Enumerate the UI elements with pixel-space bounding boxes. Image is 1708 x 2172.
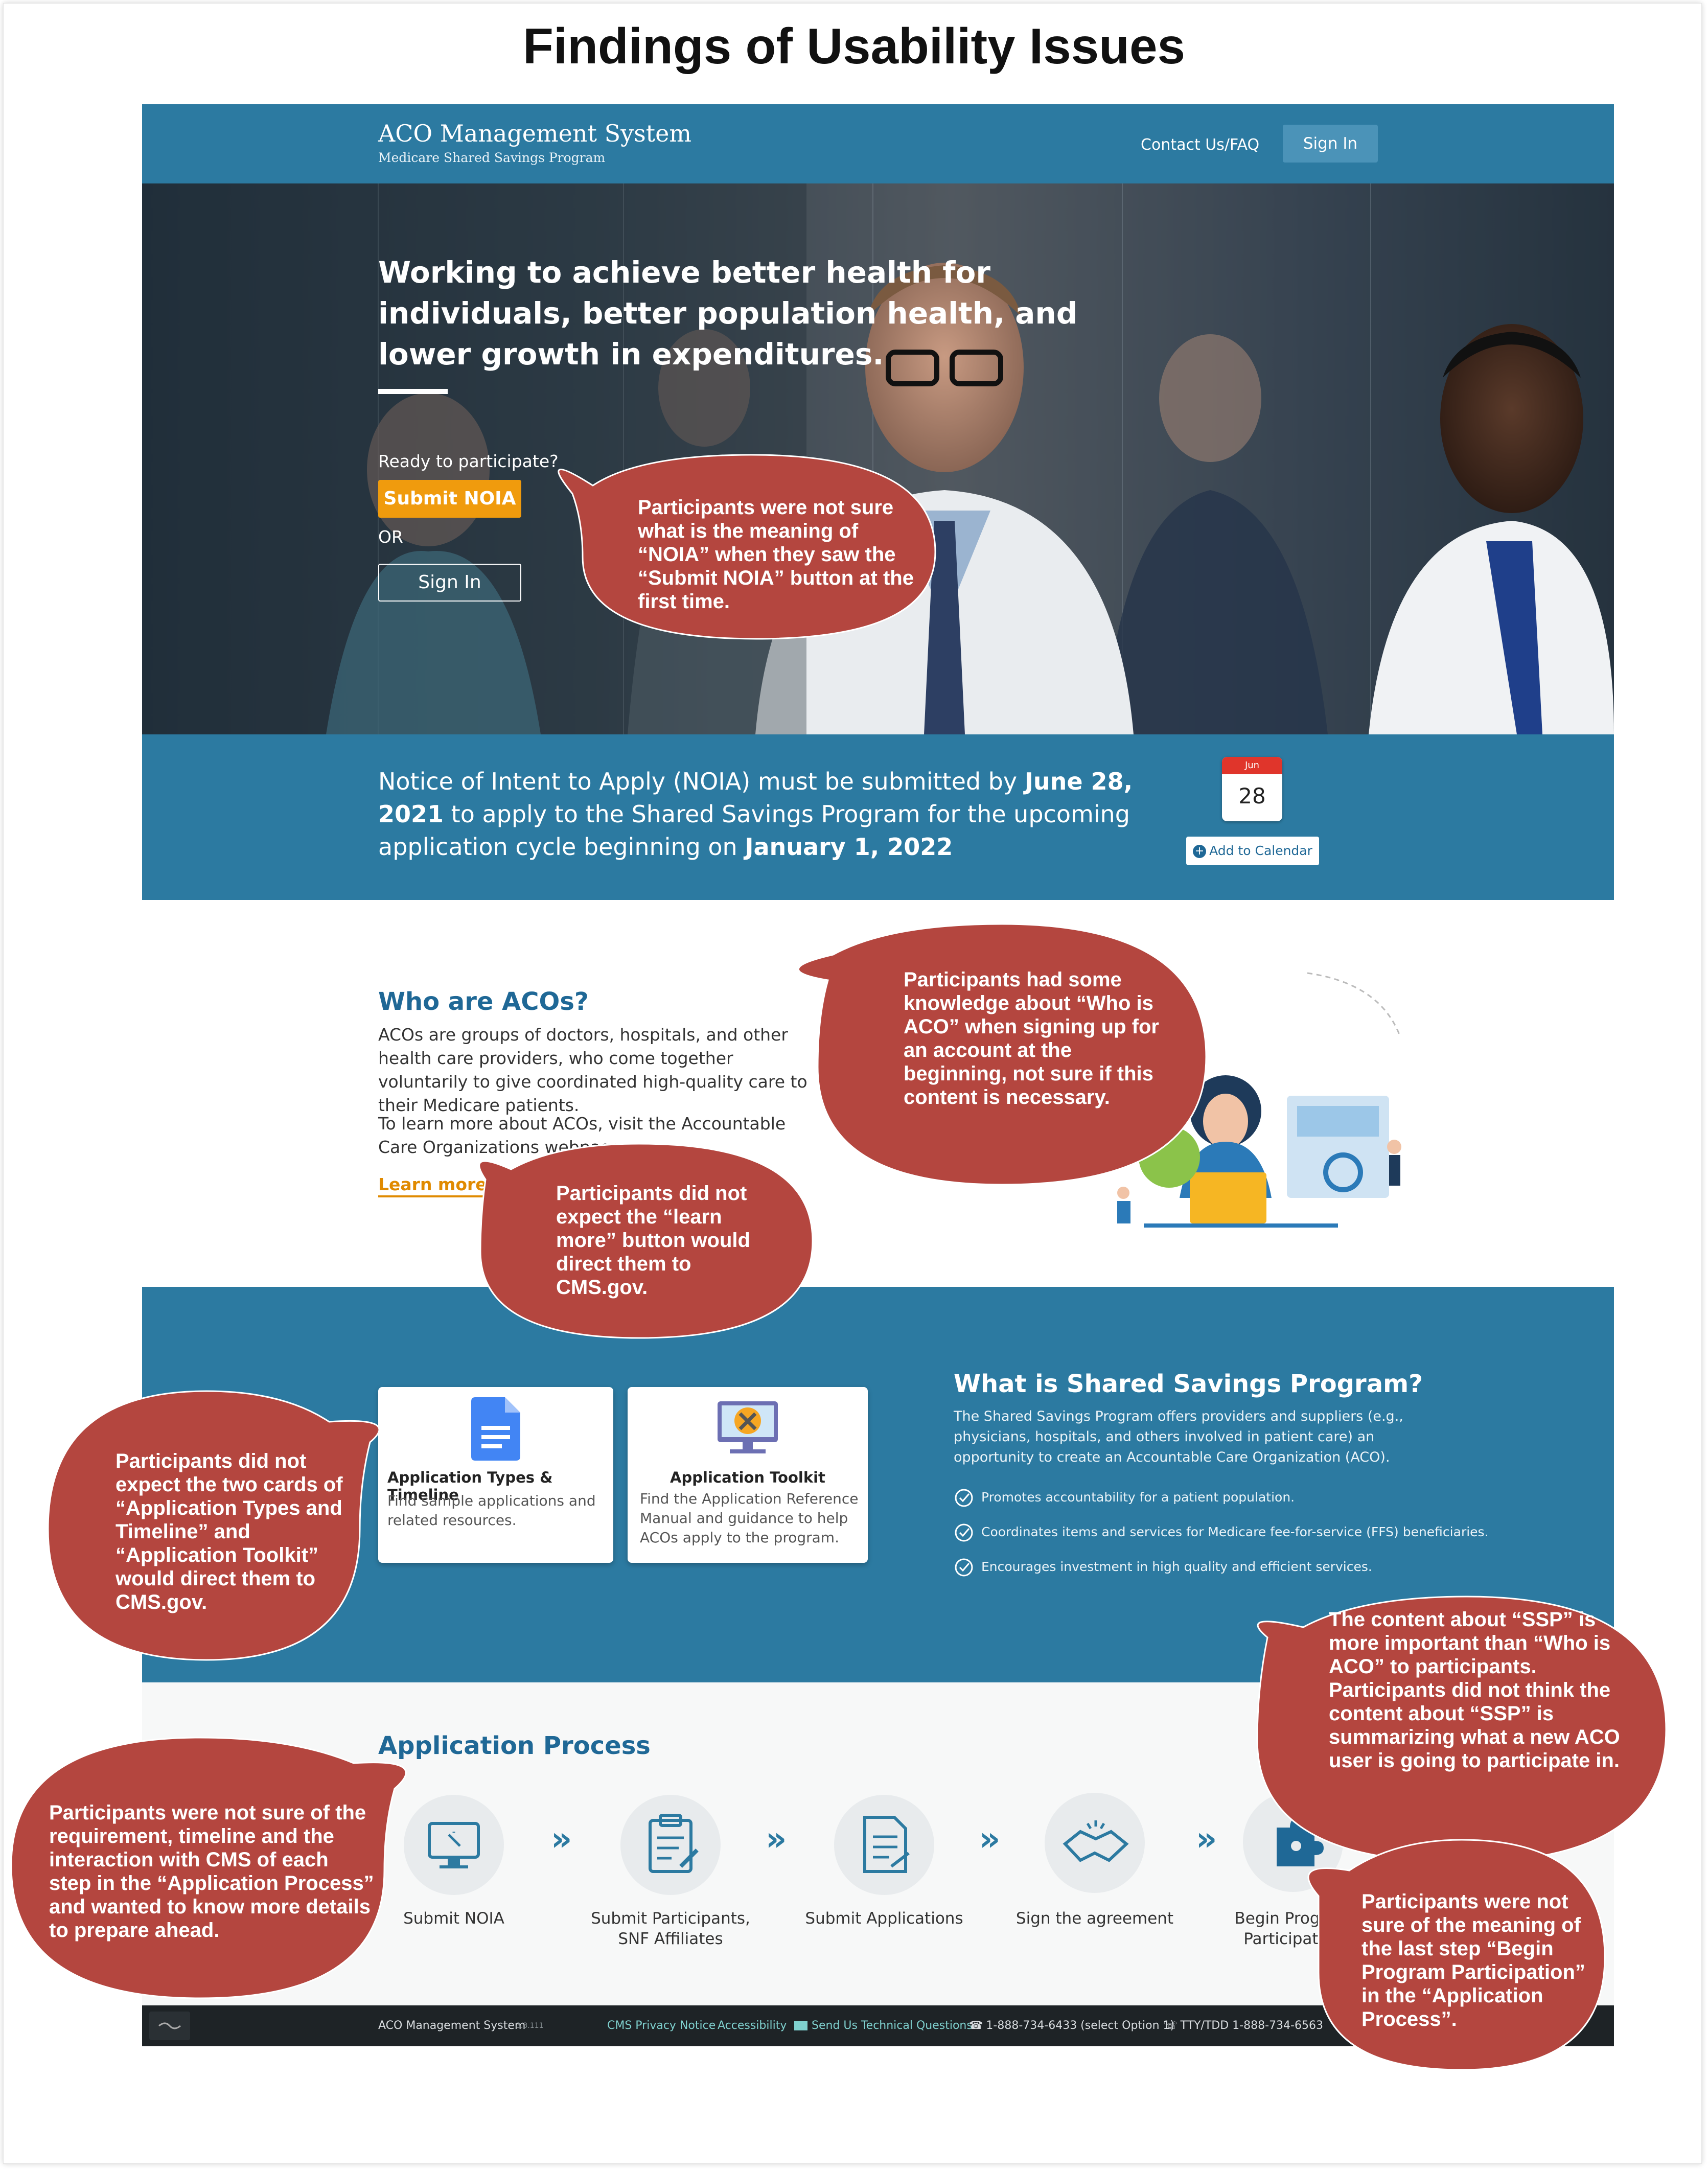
ssp-bullet: Encourages investment in high quality an…: [954, 1556, 1567, 1578]
annotation-bubble: Participants were not sure what is the m…: [552, 450, 951, 644]
phone-number-text: 1-888-734-6433 (select Option 1): [986, 2019, 1175, 2032]
toolkit-icon: [718, 1401, 778, 1453]
card-description: Find the Application Reference Manual an…: [640, 1490, 859, 1546]
check-circle-icon: [954, 1488, 974, 1508]
hero-headline: Working to achieve better health for ind…: [378, 255, 1078, 372]
ssp-bullet-text: Promotes accountability for a patient po…: [981, 1490, 1295, 1505]
chevron-double-right-icon: »: [979, 1820, 1001, 1858]
ssp-bullet: Coordinates items and services for Medic…: [954, 1521, 1567, 1543]
handshake-icon: [1063, 1820, 1129, 1862]
step-label: Sign the agreement: [1015, 1909, 1174, 1928]
hero-signin-button[interactable]: Sign In: [378, 564, 521, 602]
process-heading: Application Process: [378, 1731, 651, 1760]
annotation-bubble: Participants had some knowledge about “W…: [787, 923, 1216, 1190]
annotation-bubble: The content about “SSP” is more importan…: [1237, 1596, 1671, 1867]
ready-text: Ready to participate?: [378, 451, 559, 471]
annotation-bubble: Participants did not expect the “learn m…: [470, 1139, 818, 1343]
ssp-heading: What is Shared Savings Program?: [954, 1370, 1423, 1398]
chevron-double-right-icon: »: [766, 1820, 787, 1858]
contact-link[interactable]: Contact Us/FAQ: [1141, 136, 1259, 154]
tech-questions-link[interactable]: Send Us Technical Questions: [794, 2005, 973, 2046]
phone-icon: ☎: [969, 2019, 983, 2032]
who-heading: Who are ACOs?: [378, 987, 589, 1016]
tech-questions-label: Send Us Technical Questions: [812, 2019, 973, 2032]
notice-band: Notice of Intent to Apply (NOIA) must be…: [142, 734, 1614, 900]
application-toolkit-card[interactable]: Application Toolkit Find the Application…: [628, 1387, 868, 1563]
step-label: Submit Applications: [805, 1909, 963, 1928]
ssp-bullet: Promotes accountability for a patient po…: [954, 1486, 1567, 1509]
add-to-calendar-button[interactable]: + Add to Calendar: [1186, 837, 1319, 865]
privacy-link[interactable]: CMS Privacy Notice: [607, 2005, 715, 2046]
chevron-double-right-icon: »: [551, 1820, 572, 1858]
document-edit-icon: [863, 1816, 910, 1873]
calendar-month: Jun: [1222, 757, 1282, 774]
annotation-bubble: Participants were not sure of the meanin…: [1298, 1839, 1615, 2075]
brand-title[interactable]: ACO Management System: [378, 120, 691, 147]
step-label: Submit Participants, SNF Affiliates: [591, 1909, 750, 1948]
step-circle[interactable]: [620, 1795, 721, 1895]
notice-start-date: January 1, 2022: [745, 833, 953, 861]
card-title: Application Toolkit: [670, 1469, 825, 1486]
annotation-text: The content about “SSP” is more importan…: [1329, 1608, 1620, 1772]
site-header: ACO Management System Medicare Shared Sa…: [142, 104, 1614, 183]
add-to-calendar-label: Add to Calendar: [1209, 843, 1312, 858]
hero-divider: [378, 389, 448, 394]
submit-noia-button[interactable]: Submit NOIA: [378, 480, 521, 518]
document-icon: [471, 1397, 520, 1461]
annotation-text: Participants did not expect the “learn m…: [556, 1182, 750, 1299]
ssp-bullet-text: Encourages investment in high quality an…: [981, 1559, 1372, 1574]
annotation-text: Participants were not sure what is the m…: [638, 496, 914, 613]
brand-subtitle: Medicare Shared Savings Program: [378, 150, 606, 165]
plus-circle-icon: +: [1193, 845, 1207, 858]
annotation-text: Participants were not sure of the meanin…: [1361, 1890, 1585, 2030]
chevron-double-right-icon: »: [1196, 1820, 1217, 1858]
calendar-day: 28: [1238, 783, 1266, 808]
who-paragraph: ACOs are groups of doctors, hospitals, a…: [378, 1025, 807, 1115]
ssp-bullet-text: Coordinates items and services for Medic…: [981, 1524, 1489, 1539]
annotation-text: Participants did not expect the two card…: [116, 1450, 343, 1613]
calendar-icon: Jun 28: [1222, 757, 1282, 821]
annotation-bubble: Participants did not expect the two card…: [43, 1386, 380, 1665]
notice-text-a: Notice of Intent to Apply (NOIA) must be…: [378, 768, 1025, 795]
step-circle[interactable]: [1045, 1793, 1145, 1893]
step-circle[interactable]: [404, 1795, 504, 1895]
accessibility-link[interactable]: Accessibility: [718, 2005, 787, 2046]
tty-icon: ☏: [1163, 2019, 1178, 2032]
annotation-text: Participants were not sure of the requir…: [49, 1801, 374, 1942]
clipboard-icon: [649, 1814, 699, 1873]
annotation-text: Participants had some knowledge about “W…: [904, 968, 1159, 1108]
check-circle-icon: [954, 1557, 974, 1578]
card-description: Find sample applications and related res…: [387, 1492, 596, 1529]
monitor-icon: [428, 1822, 480, 1868]
header-signin-button[interactable]: Sign In: [1283, 125, 1378, 163]
ssp-paragraph: The Shared Savings Program offers provid…: [954, 1408, 1403, 1465]
application-types-card[interactable]: Application Types & Timeline Find sample…: [378, 1387, 613, 1563]
or-text: OR: [378, 527, 403, 547]
check-circle-icon: [954, 1522, 974, 1543]
envelope-icon: [794, 2021, 807, 2030]
page-title: Findings of Usability Issues: [522, 18, 1185, 74]
hhs-logo: [149, 2012, 190, 2040]
footer-app-name: ACO Management System: [378, 2019, 526, 2032]
annotation-bubble: Participants were not sure of the requir…: [6, 1737, 407, 2003]
footer-version: 3.3.111: [516, 2022, 544, 2030]
step-circle[interactable]: [834, 1795, 934, 1895]
noia-notice: Notice of Intent to Apply (NOIA) must be…: [378, 765, 1135, 863]
phone-number: ☎ 1-888-734-6433 (select Option 1): [969, 2005, 1174, 2046]
